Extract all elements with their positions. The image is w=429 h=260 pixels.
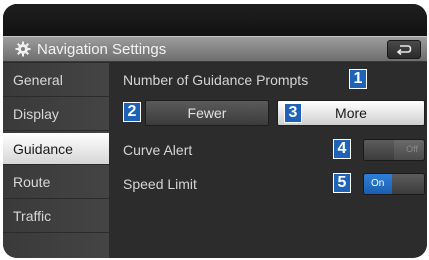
page-title: Navigation Settings xyxy=(37,40,167,58)
toggle-state-label: Off xyxy=(406,144,418,154)
toggle-knob xyxy=(392,174,424,194)
guidance-settings-panel: Number of Guidance Prompts 1 2 Fewer 3 M… xyxy=(109,63,427,258)
guidance-prompts-label: Number of Guidance Prompts xyxy=(123,72,309,88)
speed-limit-toggle[interactable]: On xyxy=(363,173,425,195)
toggle-state-label: On xyxy=(371,178,385,189)
sidebar-item-label: Guidance xyxy=(13,140,73,157)
sidebar-item-label: General xyxy=(13,71,63,88)
sidebar-item-route[interactable]: Route xyxy=(3,165,109,199)
fewer-button-label: Fewer xyxy=(187,105,227,121)
callout-badge: 2 xyxy=(123,102,141,122)
speed-limit-label: Speed Limit xyxy=(123,176,197,192)
title-bar: Navigation Settings xyxy=(3,36,427,62)
more-button-label: More xyxy=(335,105,367,121)
sidebar-item-general[interactable]: General xyxy=(3,63,109,97)
top-bar xyxy=(3,4,427,36)
sidebar-item-label: Traffic xyxy=(13,207,52,224)
curve-alert-toggle[interactable]: Off xyxy=(363,139,425,161)
back-arrow-icon xyxy=(396,44,412,55)
callout-badge: 4 xyxy=(333,139,351,159)
toggle-knob xyxy=(364,140,394,160)
sidebar-item-traffic[interactable]: Traffic xyxy=(3,199,109,233)
back-button[interactable] xyxy=(387,40,421,59)
callout-badge: 5 xyxy=(333,173,351,193)
navigation-settings-screen: Navigation Settings General Display Guid… xyxy=(3,4,427,258)
curve-alert-label: Curve Alert xyxy=(123,142,193,158)
more-prompts-button[interactable]: 3 More xyxy=(277,100,425,126)
sidebar-item-label: Display xyxy=(13,105,59,122)
sidebar-item-label: Route xyxy=(13,173,51,190)
fewer-prompts-button[interactable]: Fewer xyxy=(145,100,269,126)
settings-sidebar: General Display Guidance Route Traffic xyxy=(3,63,109,258)
gear-icon xyxy=(15,41,31,57)
sidebar-item-display[interactable]: Display xyxy=(3,97,109,131)
sidebar-item-guidance[interactable]: Guidance xyxy=(3,133,109,165)
callout-badge: 3 xyxy=(284,103,302,123)
callout-badge: 1 xyxy=(349,69,367,89)
